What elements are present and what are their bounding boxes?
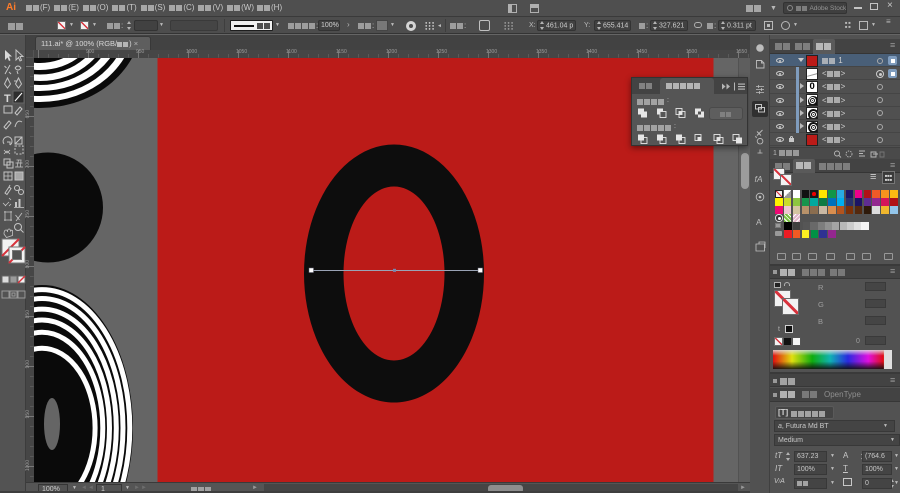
svg-text:T: T <box>4 93 11 105</box>
svg-text:fA: fA <box>755 174 763 184</box>
svg-text:A: A <box>756 217 762 227</box>
